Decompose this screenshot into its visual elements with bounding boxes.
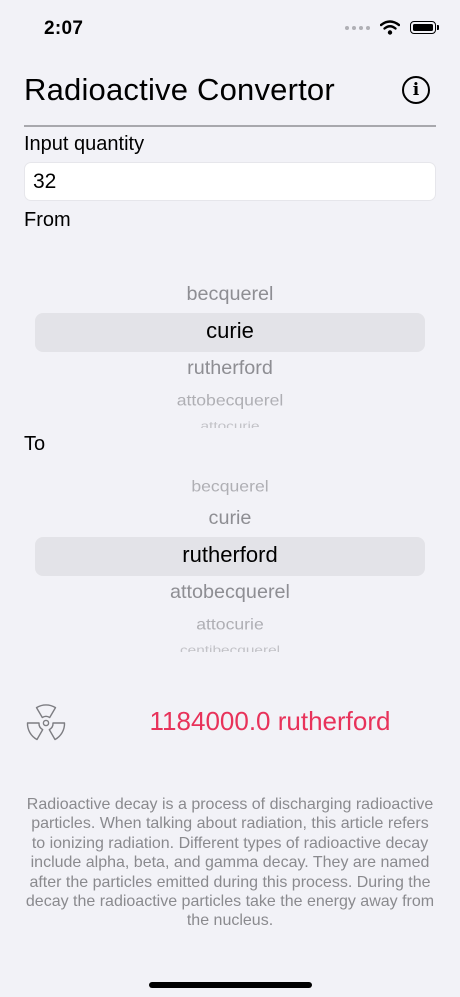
- picker-option[interactable]: attocurie: [35, 421, 425, 428]
- picker-option[interactable]: becquerel: [35, 477, 425, 495]
- header-divider: [24, 125, 436, 127]
- picker-option[interactable]: centibecquerel: [35, 645, 425, 652]
- quantity-input[interactable]: [24, 162, 436, 201]
- info-icon: i: [412, 80, 420, 100]
- from-label: From: [24, 209, 71, 231]
- picker-option[interactable]: curie: [35, 507, 425, 530]
- picker-option[interactable]: attobecquerel: [35, 581, 425, 604]
- picker-option[interactable]: rutherford: [35, 357, 425, 380]
- page-title: Radioactive Convertor: [24, 72, 335, 107]
- battery-icon: [410, 21, 439, 34]
- conversion-result: 1184000.0 rutherford: [149, 706, 391, 736]
- wifi-icon: [380, 20, 400, 35]
- picker-option[interactable]: becquerel: [35, 283, 425, 306]
- picker-option[interactable]: attocurie: [35, 615, 425, 633]
- home-indicator[interactable]: [149, 982, 312, 988]
- input-quantity-label: Input quantity: [24, 133, 145, 155]
- from-unit-picker[interactable]: becquerel curie rutherford attobecquerel att…: [35, 238, 425, 428]
- picker-option[interactable]: curie: [35, 318, 425, 344]
- status-icons: [345, 20, 439, 35]
- status-bar: 2:07: [0, 0, 460, 56]
- picker-option[interactable]: attobecquerel: [35, 391, 425, 409]
- to-unit-picker[interactable]: becquerel curie rutherford attobecquerel att…: [35, 462, 425, 652]
- to-label: To: [24, 433, 46, 455]
- status-time: 2:07: [44, 18, 84, 39]
- cellular-signal-icon: [345, 25, 370, 30]
- description-text: Radioactive decay is a process of discha…: [25, 796, 435, 930]
- info-button[interactable]: i: [402, 76, 430, 104]
- picker-option[interactable]: rutherford: [35, 542, 425, 568]
